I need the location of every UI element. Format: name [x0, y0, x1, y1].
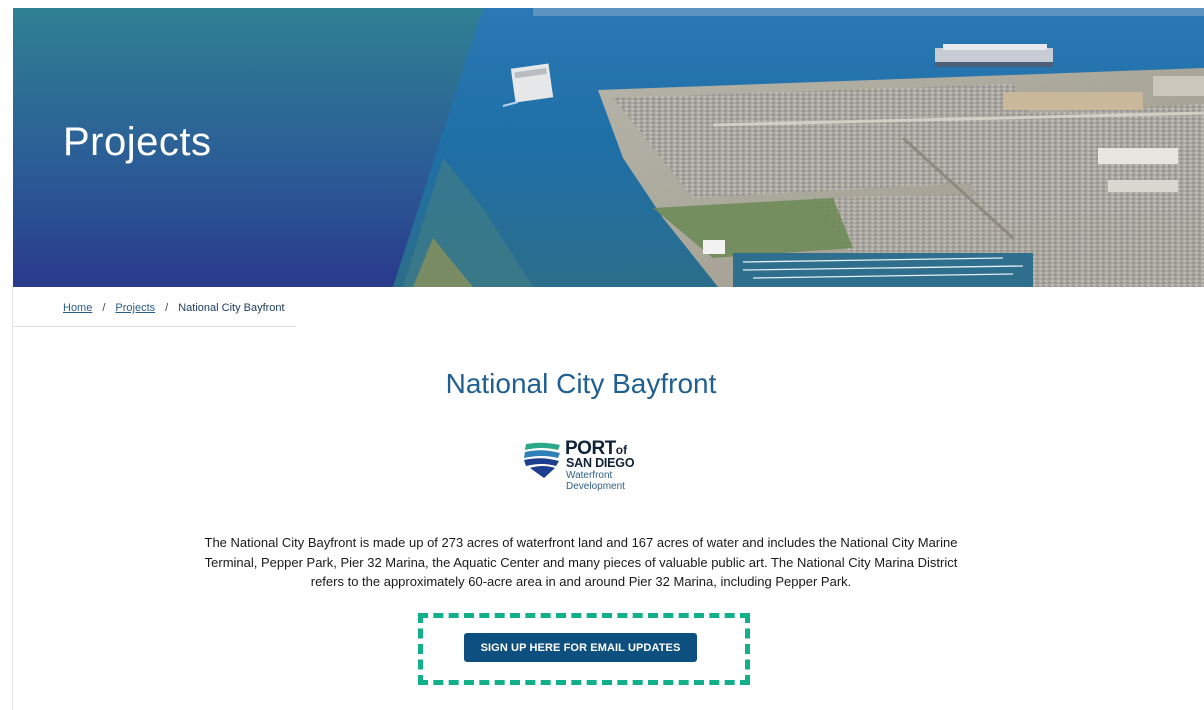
page-title: National City Bayfront [445, 368, 717, 399]
hero-title: Projects [63, 120, 212, 164]
port-wave-logo-icon [524, 442, 560, 478]
logo-of-word: of [615, 443, 628, 457]
page: Projects Home / Projects / National City… [0, 0, 1204, 710]
breadcrumb-separator: / [102, 302, 106, 314]
breadcrumb-link-projects[interactable]: Projects [115, 302, 155, 314]
logo-waterfront-text: Waterfront [566, 470, 613, 481]
page-frame-line [12, 286, 13, 710]
logo-san-diego-text: SAN DIEGO [566, 456, 635, 470]
hero-banner: Projects [13, 8, 1204, 287]
breadcrumb-divider [13, 326, 296, 327]
logo-development-text: Development [566, 481, 625, 492]
project-description: The National City Bayfront is made up of… [204, 535, 958, 590]
breadcrumb: Home / Projects / National City Bayfront [63, 302, 285, 314]
breadcrumb-current: National City Bayfront [178, 302, 285, 314]
email-signup-button[interactable]: SIGN UP HERE FOR EMAIL UPDATES [464, 633, 697, 662]
breadcrumb-separator: / [165, 302, 169, 314]
port-of-san-diego-logo: PORTof SAN DIEGO Waterfront Development [522, 439, 652, 494]
breadcrumb-link-home[interactable]: Home [63, 302, 92, 314]
